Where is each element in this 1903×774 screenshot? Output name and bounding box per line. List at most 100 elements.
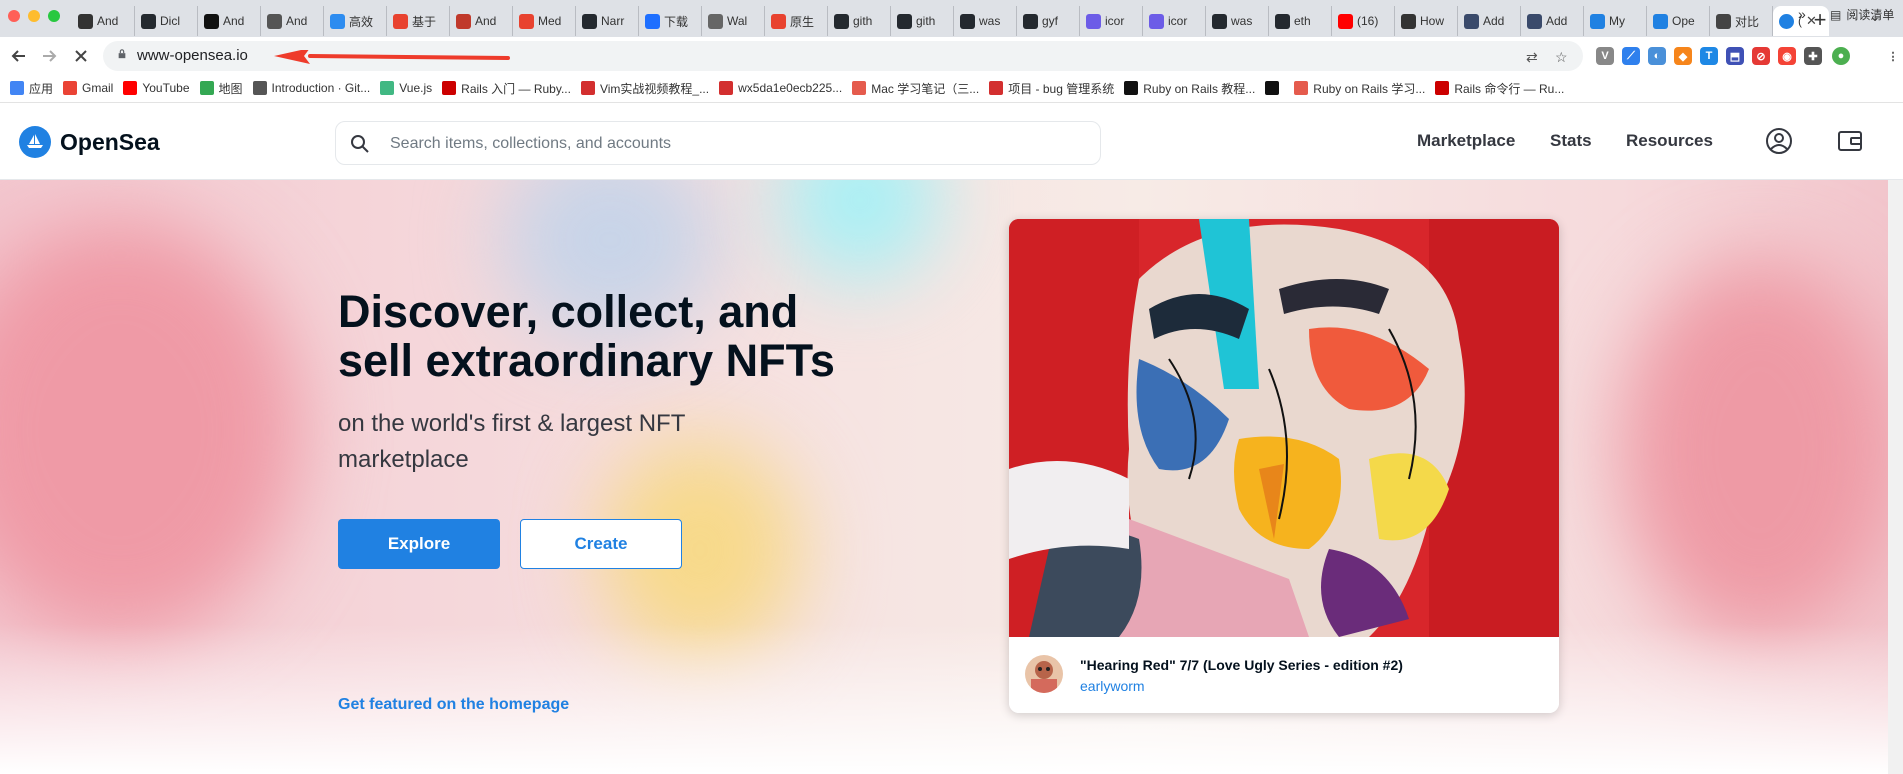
browser-tab[interactable]: Add: [1458, 6, 1521, 36]
browser-tab[interactable]: icor: [1143, 6, 1206, 36]
browser-tab[interactable]: Dicl: [135, 6, 198, 36]
bookmark-item[interactable]: Gmail: [63, 81, 113, 95]
reading-list-button[interactable]: ▤ 阅读清单: [1830, 6, 1894, 23]
creator-avatar[interactable]: [1025, 655, 1063, 693]
bookmark-item[interactable]: Ruby on Rails 教程...: [1124, 80, 1255, 97]
bookmark-item[interactable]: 应用: [10, 80, 53, 97]
bookmark-item[interactable]: 地图: [199, 80, 243, 97]
back-button[interactable]: [6, 43, 32, 69]
bookmark-star-icon[interactable]: ☆: [1555, 49, 1568, 66]
browser-tab[interactable]: 基于: [387, 6, 450, 36]
minimize-window-button[interactable]: [28, 10, 40, 22]
bookmark-item[interactable]: Vue.js: [380, 81, 432, 95]
extension-red-icon[interactable]: ◉: [1778, 47, 1796, 65]
extension-compass-icon[interactable]: ◐: [1648, 47, 1666, 65]
extension-chart-icon[interactable]: ⬒: [1726, 47, 1744, 65]
browser-tab[interactable]: Wal: [702, 6, 765, 36]
tab-favicon-icon: [204, 13, 219, 29]
tab-title: My: [1609, 14, 1625, 28]
bookmark-favicon-icon: [852, 81, 867, 95]
account-icon[interactable]: [1765, 127, 1793, 155]
browser-tab[interactable]: was: [1206, 6, 1269, 36]
bookmark-item[interactable]: Rails 入门 — Ruby...: [442, 80, 571, 97]
create-button[interactable]: Create: [520, 519, 682, 569]
tab-favicon-icon: [1275, 13, 1290, 29]
tab-title: gyf: [1042, 14, 1059, 28]
wallet-icon[interactable]: [1836, 127, 1864, 155]
maximize-window-button[interactable]: [48, 10, 60, 22]
tab-favicon-icon: [1653, 13, 1668, 29]
browser-tab[interactable]: eth: [1269, 6, 1332, 36]
nav-stats[interactable]: Stats: [1550, 131, 1592, 151]
tab-title: Ope: [1672, 14, 1695, 28]
browser-tab[interactable]: Med: [513, 6, 576, 36]
opensea-logo[interactable]: OpenSea: [19, 126, 160, 158]
bookmark-item[interactable]: Vim实战视频教程_...: [580, 80, 709, 97]
tab-title: And: [286, 14, 308, 28]
translate-icon[interactable]: ⇄: [1526, 49, 1538, 66]
browser-tab[interactable]: was: [954, 6, 1017, 36]
browser-tab[interactable]: gith: [891, 6, 954, 36]
browser-tab[interactable]: And: [450, 6, 513, 36]
extension-block-icon[interactable]: ⊘: [1752, 47, 1770, 65]
page-scrollbar[interactable]: [1888, 180, 1903, 774]
bookmark-item[interactable]: [1265, 81, 1284, 95]
bookmark-item[interactable]: Ruby on Rails 学习...: [1294, 80, 1425, 97]
browser-tab[interactable]: My: [1584, 6, 1647, 36]
extension-t-icon[interactable]: T: [1700, 47, 1718, 65]
browser-tab[interactable]: icor: [1080, 6, 1143, 36]
browser-tab[interactable]: 下载: [639, 6, 702, 36]
browser-tab[interactable]: And: [261, 6, 324, 36]
browser-menu-icon[interactable]: ⋮: [1884, 47, 1902, 65]
close-window-button[interactable]: [8, 10, 20, 22]
browser-tab[interactable]: Narr: [576, 6, 639, 36]
forward-button[interactable]: [36, 43, 62, 69]
metamask-icon[interactable]: ◆: [1674, 47, 1692, 65]
bookmark-item[interactable]: Introduction · Git...: [252, 81, 370, 95]
browser-tab-bar: And Dicl And And 高效 基于 And Med Narr 下载 Wal 原生 gith gi…: [0, 0, 1903, 37]
browser-tab[interactable]: And: [72, 6, 135, 36]
featured-nft-card[interactable]: "Hearing Red" 7/7 (Love Ugly Series - ed…: [1009, 219, 1559, 713]
bookmark-item[interactable]: 项目 - bug 管理系统: [989, 80, 1114, 97]
bookmark-favicon-icon: [1265, 81, 1280, 95]
browser-tab[interactable]: Add: [1521, 6, 1584, 36]
bookmark-item[interactable]: Mac 学习笔记（三...: [852, 80, 979, 97]
bookmark-item[interactable]: YouTube: [123, 81, 190, 95]
nav-resources[interactable]: Resources: [1626, 131, 1713, 151]
bookmark-item[interactable]: Rails 命令行 — Ru...: [1435, 80, 1564, 97]
explore-button[interactable]: Explore: [338, 519, 500, 569]
tab-favicon-icon: [393, 13, 408, 29]
bookmark-favicon-icon: [380, 81, 395, 95]
browser-tab[interactable]: (16): [1332, 6, 1395, 36]
search-input[interactable]: [388, 131, 1072, 157]
nav-marketplace[interactable]: Marketplace: [1417, 131, 1515, 151]
extension-v-icon[interactable]: V: [1596, 47, 1614, 65]
browser-tab[interactable]: And: [198, 6, 261, 36]
bookmark-label: Rails 入门 — Ruby...: [461, 81, 571, 96]
browser-tab[interactable]: gyf: [1017, 6, 1080, 36]
bookmark-label: 项目 - bug 管理系统: [1008, 81, 1115, 96]
browser-tab[interactable]: gith: [828, 6, 891, 36]
hero-fade: [0, 624, 1903, 774]
url-text[interactable]: www-opensea.io: [137, 47, 248, 64]
bookmark-favicon-icon: [123, 81, 138, 95]
stop-loading-button[interactable]: [68, 43, 94, 69]
tab-favicon-icon: [1149, 13, 1164, 29]
hero-subline: on the world's first & largest NFT marke…: [338, 410, 685, 473]
search-box[interactable]: [335, 121, 1101, 165]
browser-tab[interactable]: Ope: [1647, 6, 1710, 36]
bookmark-item[interactable]: wx5da1e0ecb225...: [719, 81, 842, 95]
extension-feather-icon[interactable]: ⟋: [1622, 47, 1640, 65]
bookmarks-overflow-button[interactable]: »: [1798, 6, 1806, 22]
browser-tab[interactable]: How: [1395, 6, 1458, 36]
tab-favicon-icon: [456, 13, 471, 29]
nft-title[interactable]: "Hearing Red" 7/7 (Love Ugly Series - ed…: [1080, 657, 1403, 673]
nft-creator-link[interactable]: earlyworm: [1080, 678, 1145, 694]
profile-avatar-icon[interactable]: ●: [1832, 47, 1850, 65]
browser-tab[interactable]: 高效: [324, 6, 387, 36]
extensions-puzzle-icon[interactable]: ✚: [1804, 47, 1822, 65]
nft-artwork-image[interactable]: [1009, 219, 1559, 637]
get-featured-link[interactable]: Get featured on the homepage: [338, 696, 569, 714]
browser-tab[interactable]: 原生: [765, 6, 828, 36]
browser-tab[interactable]: 对比: [1710, 6, 1773, 36]
